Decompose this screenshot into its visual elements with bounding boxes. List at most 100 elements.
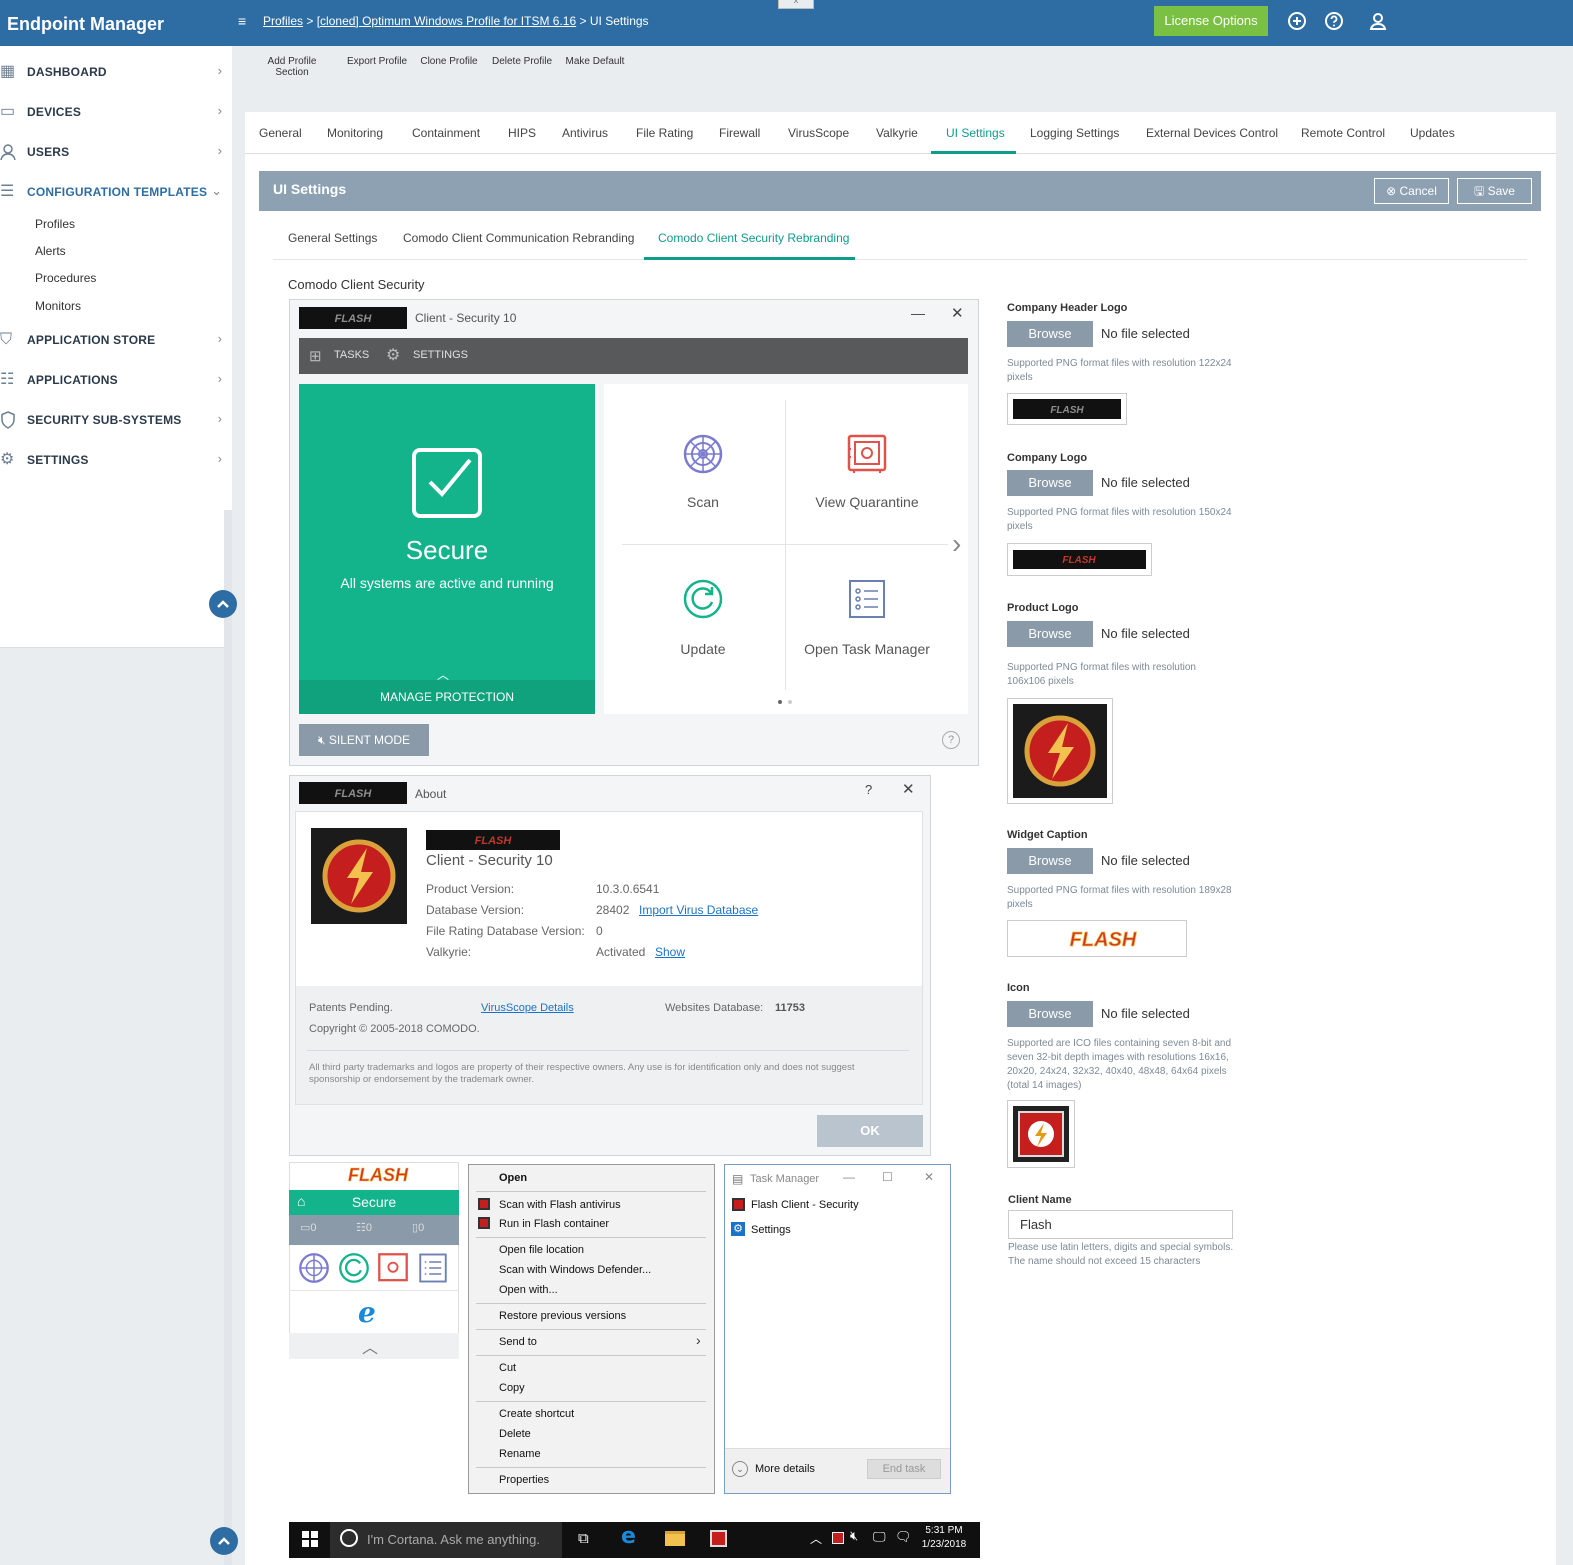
subtab-communication-rebranding[interactable]: Comodo Client Communication Rebranding bbox=[403, 231, 634, 245]
user-account-icon[interactable] bbox=[1367, 10, 1389, 32]
license-options-button[interactable]: License Options bbox=[1154, 6, 1268, 36]
widget-quarantine-icon[interactable] bbox=[377, 1252, 409, 1287]
delete-profile-button[interactable]: Delete Profile bbox=[490, 56, 554, 67]
subtab-security-rebranding[interactable]: Comodo Client Security Rebranding bbox=[658, 231, 849, 245]
breadcrumb-profile-name[interactable]: [cloned] Optimum Windows Profile for ITS… bbox=[317, 14, 576, 28]
sidebar-subitem-procedures[interactable]: Procedures bbox=[35, 271, 96, 285]
sidebar-item-configuration-templates[interactable]: ☰ CONFIGURATION TEMPLATES ⌄ bbox=[0, 177, 232, 207]
close-icon[interactable]: ✕ bbox=[924, 1170, 934, 1184]
virusscope-details-link[interactable]: VirusScope Details bbox=[481, 1002, 574, 1014]
ctx-rename[interactable]: Rename bbox=[499, 1448, 541, 1460]
add-profile-section-button[interactable]: Add Profile Section bbox=[266, 56, 318, 78]
tab-containment[interactable]: Containment bbox=[412, 126, 480, 140]
collapse-header-icon[interactable]: ^ bbox=[778, 0, 814, 9]
sidebar-item-security-sub-systems[interactable]: SECURITY SUB-SYSTEMS › bbox=[0, 405, 232, 435]
flash-taskbar-icon[interactable] bbox=[710, 1530, 727, 1547]
tile-open-task-manager[interactable]: Open Task Manager bbox=[792, 641, 942, 657]
tab-valkyrie[interactable]: Valkyrie bbox=[876, 126, 918, 140]
sidebar-item-application-store[interactable]: ⛉ APPLICATION STORE › bbox=[0, 325, 232, 355]
sidebar-item-settings[interactable]: ⚙ SETTINGS › bbox=[0, 445, 232, 475]
settings-nav[interactable]: SETTINGS bbox=[413, 349, 468, 361]
icon-browse-button[interactable]: Browse bbox=[1007, 1001, 1093, 1027]
client-name-input[interactable] bbox=[1008, 1210, 1233, 1239]
manage-protection-button[interactable]: MANAGE PROTECTION bbox=[299, 680, 595, 714]
tab-monitoring[interactable]: Monitoring bbox=[327, 126, 383, 140]
task-row-flash-client[interactable]: Flash Client - Security bbox=[751, 1199, 859, 1211]
ctx-create-shortcut[interactable]: Create shortcut bbox=[499, 1408, 574, 1420]
home-icon[interactable]: ⌂ bbox=[297, 1193, 305, 1209]
ctx-restore-versions[interactable]: Restore previous versions bbox=[499, 1310, 626, 1322]
scroll-top-button[interactable] bbox=[209, 590, 237, 618]
tile-update[interactable]: Update bbox=[628, 641, 778, 657]
ctx-delete[interactable]: Delete bbox=[499, 1428, 531, 1440]
close-icon[interactable]: ✕ bbox=[951, 304, 964, 322]
more-details-link[interactable]: More details bbox=[755, 1463, 815, 1475]
export-profile-button[interactable]: Export Profile bbox=[345, 56, 409, 67]
ctx-run-container[interactable]: Run in Flash container bbox=[499, 1218, 609, 1230]
tile-view-quarantine[interactable]: View Quarantine bbox=[792, 494, 942, 510]
minimize-icon[interactable]: — bbox=[843, 1170, 855, 1184]
sidebar-item-applications[interactable]: ☷ APPLICATIONS › bbox=[0, 365, 232, 395]
tab-file-rating[interactable]: File Rating bbox=[636, 126, 693, 140]
tray-flash-icon[interactable] bbox=[832, 1532, 844, 1544]
widget-caption-browse-button[interactable]: Browse bbox=[1007, 848, 1093, 874]
chevron-right-icon[interactable]: › bbox=[952, 528, 961, 560]
cancel-button[interactable]: ⊗ Cancel bbox=[1374, 178, 1449, 204]
sidebar-item-users[interactable]: USERS › bbox=[0, 137, 232, 167]
tab-general[interactable]: General bbox=[259, 126, 302, 140]
company-logo-browse-button[interactable]: Browse bbox=[1007, 470, 1093, 496]
tab-firewall[interactable]: Firewall bbox=[719, 126, 760, 140]
ctx-send-to[interactable]: Send to bbox=[499, 1336, 537, 1348]
ctx-scan-flash[interactable]: Scan with Flash antivirus bbox=[499, 1199, 621, 1211]
sidebar-subitem-monitors[interactable]: Monitors bbox=[35, 299, 81, 313]
task-row-settings[interactable]: Settings bbox=[751, 1224, 791, 1236]
valkyrie-show-link[interactable]: Show bbox=[655, 945, 685, 959]
tab-virusscope[interactable]: VirusScope bbox=[788, 126, 849, 140]
tab-external-devices-control[interactable]: External Devices Control bbox=[1146, 126, 1278, 140]
help-icon[interactable]: ? bbox=[942, 731, 960, 749]
product-logo-browse-button[interactable]: Browse bbox=[1007, 621, 1093, 647]
edge-icon[interactable]: e bbox=[621, 1524, 636, 1549]
widget-counter-tasks[interactable]: ☷0 bbox=[356, 1221, 372, 1234]
subtab-general-settings[interactable]: General Settings bbox=[288, 231, 377, 245]
page-dot[interactable] bbox=[788, 700, 792, 704]
end-task-button[interactable]: End task bbox=[867, 1459, 941, 1479]
sidebar-subitem-profiles[interactable]: Profiles bbox=[35, 217, 75, 231]
silent-mode-button[interactable]: 🔇︎ SILENT MODE bbox=[299, 724, 429, 756]
task-view-icon[interactable]: ⧉ bbox=[578, 1530, 589, 1547]
import-virus-database-link[interactable]: Import Virus Database bbox=[639, 903, 758, 917]
tab-antivirus[interactable]: Antivirus bbox=[562, 126, 608, 140]
ctx-properties[interactable]: Properties bbox=[499, 1474, 549, 1486]
make-default-button[interactable]: Make Default bbox=[564, 56, 626, 67]
help-icon[interactable] bbox=[1323, 10, 1345, 32]
breadcrumb-profiles[interactable]: Profiles bbox=[263, 14, 303, 28]
clone-profile-button[interactable]: Clone Profile bbox=[419, 56, 479, 67]
ctx-scan-defender[interactable]: Scan with Windows Defender... bbox=[499, 1264, 651, 1276]
widget-counter-quarantine[interactable]: ▭0 bbox=[300, 1221, 317, 1234]
tab-ui-settings[interactable]: UI Settings bbox=[946, 126, 1005, 140]
maximize-icon[interactable]: ☐ bbox=[882, 1170, 893, 1184]
tasks-nav[interactable]: TASKS bbox=[334, 349, 369, 361]
tab-updates[interactable]: Updates bbox=[1410, 126, 1455, 140]
ctx-copy[interactable]: Copy bbox=[499, 1382, 525, 1394]
ok-button[interactable]: OK bbox=[817, 1115, 923, 1147]
minimize-icon[interactable]: — bbox=[911, 305, 925, 321]
save-button[interactable]: 🖫 Save bbox=[1457, 178, 1532, 204]
tile-scan[interactable]: Scan bbox=[628, 494, 778, 510]
windows-start-icon[interactable] bbox=[302, 1531, 318, 1550]
file-explorer-icon[interactable] bbox=[665, 1531, 685, 1546]
widget-counter-alerts[interactable]: ▯0 bbox=[412, 1221, 424, 1234]
widget-scan-icon[interactable] bbox=[298, 1252, 330, 1287]
sidebar-item-devices[interactable]: ▭ DEVICES › bbox=[0, 97, 232, 127]
ctx-open-file-location[interactable]: Open file location bbox=[499, 1244, 584, 1256]
page-dot-active[interactable] bbox=[778, 700, 782, 704]
ctx-cut[interactable]: Cut bbox=[499, 1362, 516, 1374]
internet-explorer-icon[interactable]: e bbox=[358, 1296, 376, 1329]
ctx-open-with[interactable]: Open with... bbox=[499, 1284, 558, 1296]
close-icon[interactable]: ✕ bbox=[902, 780, 915, 798]
volume-muted-icon[interactable]: 🔇︎ bbox=[850, 1528, 858, 1544]
tab-logging-settings[interactable]: Logging Settings bbox=[1030, 126, 1119, 140]
add-icon[interactable] bbox=[1286, 10, 1308, 32]
widget-update-icon[interactable] bbox=[338, 1252, 370, 1287]
company-header-logo-browse-button[interactable]: Browse bbox=[1007, 321, 1093, 347]
